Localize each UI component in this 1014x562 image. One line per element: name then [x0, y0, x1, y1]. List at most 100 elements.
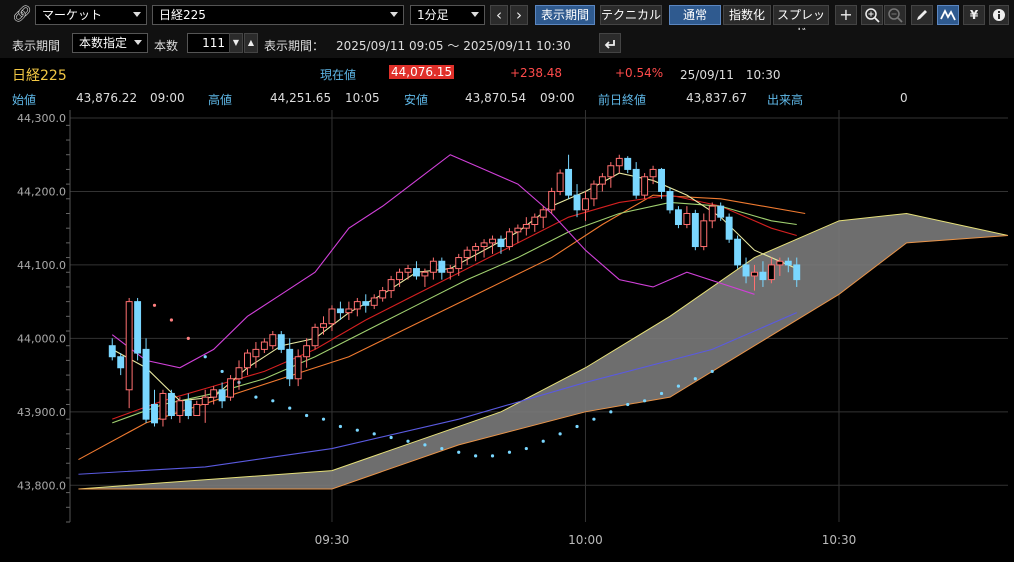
sar-dot: [609, 410, 613, 414]
current-price-label: 現在値: [320, 68, 357, 82]
candle-body: [734, 238, 742, 266]
technical-button[interactable]: テクニカル: [600, 5, 662, 25]
sar-dot: [389, 435, 393, 440]
sar-dot: [626, 402, 630, 407]
candle-body: [193, 403, 201, 416]
count-increment-button[interactable]: ▲: [244, 33, 258, 53]
candle-body: [269, 334, 277, 347]
candle-body: [582, 198, 589, 211]
high-label: 高値: [208, 93, 233, 107]
quote-datetime: 25/09/11 10:30: [680, 68, 781, 82]
ichimoku-cloud: [78, 213, 1009, 489]
candle-body: [480, 242, 488, 248]
x-tick-label: 10:00: [568, 533, 603, 547]
x-tick-label: 10:30: [822, 533, 857, 547]
count-decrement-button[interactable]: ▼: [229, 33, 243, 53]
market-select-value: マーケット: [42, 8, 103, 22]
sar-dot: [643, 399, 647, 403]
candle-body: [658, 168, 665, 192]
candle-body: [184, 400, 192, 416]
candle-body: [505, 231, 513, 248]
candle-body: [396, 271, 404, 281]
candle-body: [446, 268, 454, 273]
sar-dot: [541, 439, 545, 443]
candle-body: [328, 308, 336, 325]
candle-body: [210, 389, 218, 398]
sar-dot: [220, 369, 224, 374]
price-chart[interactable]: 44,300.0 44,200.0 44,100.0 44,000.0 43,900.0…: [0, 110, 1014, 562]
candle-body: [691, 212, 699, 248]
normal-button[interactable]: 通常: [669, 5, 721, 25]
pencil-icon[interactable]: [911, 5, 933, 25]
sar-dot: [203, 355, 207, 359]
candle-body: [303, 345, 311, 358]
open-time: 09:00: [150, 91, 185, 105]
high-value: 44,251.65: [270, 91, 332, 105]
period-bar: 表示期間 本数指定 本数 111 ▼ ▲ 表示期間： 2025/09/11 09…: [0, 30, 1014, 58]
period-mode-select[interactable]: 本数指定: [72, 33, 148, 53]
candle-body: [539, 209, 547, 218]
yen-icon[interactable]: ¥: [963, 5, 985, 25]
current-price-value: 44,076.15: [389, 65, 455, 79]
candle-body: [455, 257, 463, 270]
sar-dot: [355, 428, 359, 432]
prev-close-value: 43,837.67: [686, 91, 748, 105]
candle-body: [784, 260, 792, 266]
open-value: 43,876.22: [76, 91, 138, 105]
candle-body: [683, 212, 691, 226]
index-button[interactable]: 指数化: [723, 5, 771, 25]
candle-body: [607, 165, 615, 178]
candle-body: [514, 227, 522, 233]
candle-body: [429, 260, 437, 273]
period-button[interactable]: 表示期間: [535, 5, 595, 25]
candle-body: [700, 220, 708, 248]
sar-dot: [592, 417, 596, 421]
info-icon[interactable]: [989, 5, 1009, 25]
interval-select[interactable]: 1分足: [410, 5, 485, 25]
candle-body: [294, 356, 302, 380]
candle-body: [759, 271, 767, 281]
candle-body: [404, 268, 412, 273]
candle-body: [201, 396, 209, 405]
candle-body: [565, 168, 573, 196]
change-percent: +0.54%: [615, 66, 664, 80]
sar-dot: [440, 446, 444, 451]
symbol-select[interactable]: 日経225: [152, 5, 404, 25]
candle-body: [776, 260, 784, 266]
sar-dot: [507, 450, 512, 454]
y-tick-label: 44,000.0: [17, 332, 66, 345]
count-input[interactable]: 111: [187, 33, 230, 53]
spread-button[interactable]: スプレッド: [773, 5, 829, 40]
chevron-down-icon: [390, 12, 398, 17]
candle-body: [674, 209, 682, 226]
refresh-icon[interactable]: [599, 33, 621, 53]
zoom-in-icon[interactable]: [861, 5, 883, 25]
sar-dot: [575, 424, 579, 429]
next-button[interactable]: ›: [510, 5, 528, 25]
candle-body: [598, 176, 606, 185]
candle-body: [531, 216, 539, 226]
candle-body: [345, 308, 353, 314]
y-tick-label: 44,100.0: [17, 259, 66, 272]
low-label: 安値: [404, 93, 429, 107]
chart-style-icon[interactable]: [937, 5, 959, 25]
sar-dot: [305, 413, 309, 418]
volume-label: 出来高: [767, 93, 804, 107]
y-tick-label: 44,300.0: [17, 112, 66, 125]
zoom-out-icon[interactable]: [884, 5, 906, 25]
candle-body: [624, 157, 632, 170]
y-tick-label: 43,900.0: [17, 406, 66, 419]
candle-body: [708, 205, 716, 222]
sar-dot: [152, 303, 157, 307]
chevron-down-icon: [471, 12, 479, 17]
link-icon[interactable]: 🔗︎: [12, 4, 32, 23]
candle-body: [336, 308, 344, 314]
crosshair-icon[interactable]: +: [835, 5, 857, 25]
market-select[interactable]: マーケット: [35, 5, 147, 25]
candle-body: [438, 260, 446, 273]
candle-body: [167, 392, 175, 416]
prev-button[interactable]: ‹: [490, 5, 508, 25]
candle-body: [641, 176, 649, 196]
sar-dot: [659, 391, 664, 396]
sar-dot: [254, 395, 258, 399]
